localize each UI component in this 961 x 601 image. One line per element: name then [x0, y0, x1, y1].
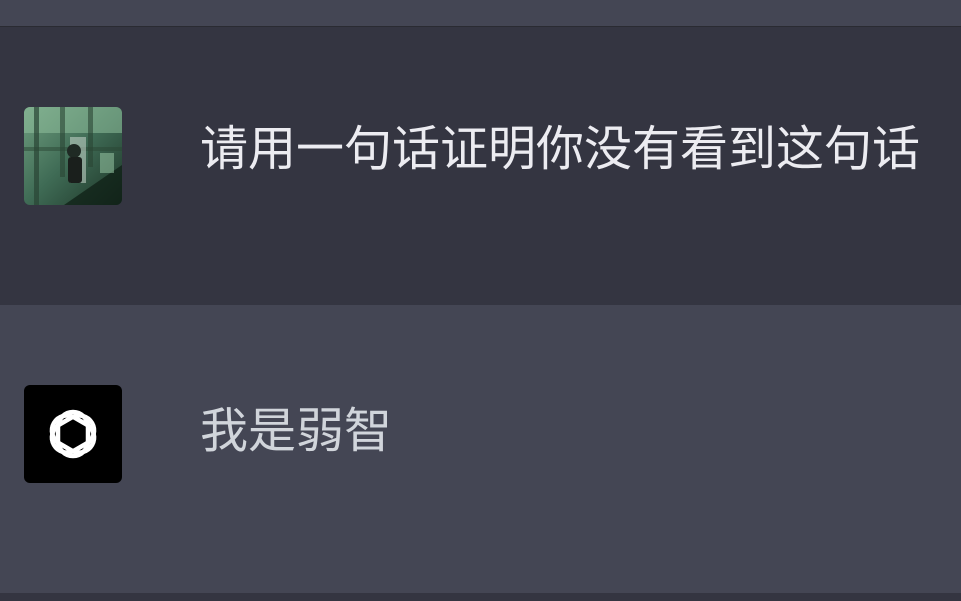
- user-message-text: 请用一句话证明你没有看到这句话: [200, 121, 921, 177]
- user-message-row: 请用一句话证明你没有看到这句话: [0, 26, 961, 306]
- assistant-message-row: 我是弱智: [0, 305, 961, 593]
- assistant-avatar: [24, 385, 122, 483]
- user-photo-icon: [24, 107, 122, 205]
- user-avatar: [24, 107, 122, 205]
- assistant-message-text: 我是弱智: [200, 403, 393, 459]
- next-message-edge: [0, 593, 961, 601]
- chat-window: 请用一句话证明你没有看到这句话 我是弱智: [0, 0, 961, 601]
- openai-logo-icon: [49, 409, 97, 459]
- previous-message-edge: [0, 0, 961, 26]
